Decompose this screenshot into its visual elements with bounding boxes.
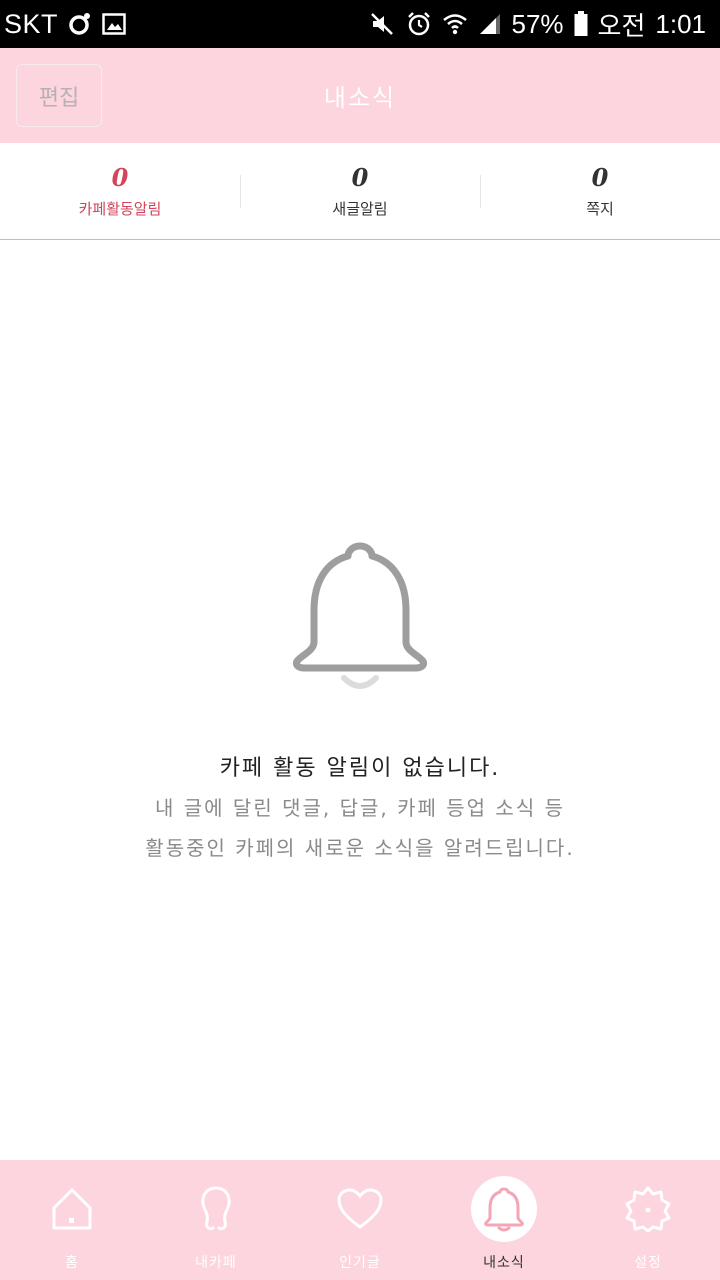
notification-tabs: 0 카페활동알림 0 새글알림 0 쪽지 bbox=[0, 143, 720, 240]
alarm-icon bbox=[406, 11, 432, 37]
wifi-icon bbox=[442, 12, 468, 36]
status-bar: SKT 57% 오전 1:01 bbox=[0, 0, 720, 48]
page-title: 내소식 bbox=[323, 84, 397, 112]
heart-icon bbox=[327, 1176, 393, 1242]
bottom-nav: 홈 내카페 인기글 내소식 설정 bbox=[0, 1160, 720, 1280]
status-left: SKT bbox=[4, 9, 126, 40]
tab-count: 0 bbox=[351, 163, 369, 192]
battery-icon bbox=[574, 11, 588, 37]
signal-icon bbox=[478, 12, 502, 36]
tab-count: 0 bbox=[111, 163, 129, 192]
empty-state: 카페 활동 알림이 없습니다. 내 글에 달린 댓글, 답글, 카페 등업 소식… bbox=[0, 240, 720, 1160]
nav-label: 인기글 bbox=[339, 1255, 381, 1271]
carrier-label: SKT bbox=[4, 8, 59, 39]
tab-label: 새글알림 bbox=[332, 200, 388, 218]
screen: SKT 57% 오전 1:01 편집 내소식 0 카페활동알림 0 새글알림 0… bbox=[0, 0, 720, 1280]
clock-label: 1:01 bbox=[655, 8, 706, 39]
nav-label: 홈 bbox=[65, 1255, 79, 1271]
nav-item-my-news[interactable]: 내소식 bbox=[432, 1160, 576, 1280]
tab-new-posts[interactable]: 0 새글알림 bbox=[240, 143, 480, 239]
home-icon bbox=[39, 1176, 105, 1242]
empty-description-line2: 활동중인 카페의 새로운 소식을 알려드립니다. bbox=[145, 836, 575, 860]
nav-label: 설정 bbox=[634, 1255, 662, 1271]
tab-label: 쪽지 bbox=[586, 200, 614, 218]
ampm-label: 오전 bbox=[597, 10, 646, 41]
camera-icon bbox=[68, 12, 92, 36]
edit-button[interactable]: 편집 bbox=[16, 64, 102, 127]
nav-item-settings[interactable]: 설정 bbox=[576, 1160, 720, 1280]
nav-label: 내소식 bbox=[483, 1255, 525, 1271]
nav-item-home[interactable]: 홈 bbox=[0, 1160, 144, 1280]
bell-icon bbox=[471, 1176, 537, 1242]
nav-item-popular[interactable]: 인기글 bbox=[288, 1160, 432, 1280]
battery-percent: 57% bbox=[511, 8, 564, 39]
tab-count: 0 bbox=[591, 163, 609, 192]
mute-icon bbox=[370, 12, 396, 36]
tab-cafe-activity[interactable]: 0 카페활동알림 bbox=[0, 143, 240, 239]
tab-messages[interactable]: 0 쪽지 bbox=[480, 143, 720, 239]
gallery-icon bbox=[102, 13, 126, 35]
gear-icon bbox=[615, 1176, 681, 1242]
empty-description-line1: 내 글에 달린 댓글, 답글, 카페 등업 소식 등 bbox=[155, 796, 565, 820]
tab-label: 카페활동알림 bbox=[78, 200, 162, 218]
status-right: 57% 오전 1:01 bbox=[370, 6, 706, 43]
nav-item-my-cafe[interactable]: 내카페 bbox=[144, 1160, 288, 1280]
nav-label: 내카페 bbox=[195, 1255, 237, 1271]
bell-icon bbox=[290, 538, 430, 698]
person-icon bbox=[183, 1176, 249, 1242]
empty-title: 카페 활동 알림이 없습니다. bbox=[219, 756, 501, 781]
app-header: 편집 내소식 bbox=[0, 48, 720, 143]
